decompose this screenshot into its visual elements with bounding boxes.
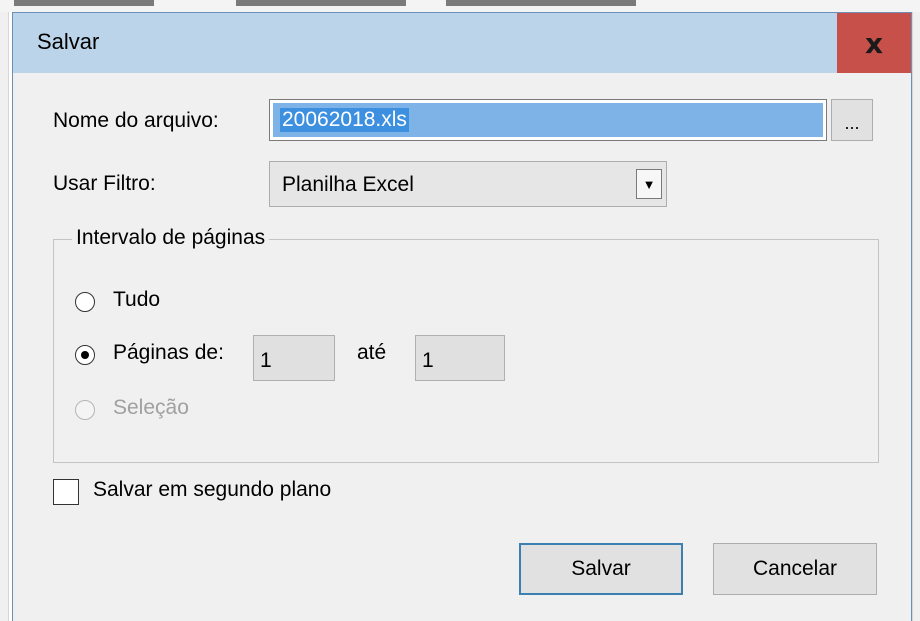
browse-ellipsis-icon: ... <box>844 113 860 133</box>
cancel-button[interactable]: Cancelar <box>713 543 877 595</box>
dropdown-arrow-icon[interactable]: ▼ <box>636 169 662 199</box>
dialog-content: Nome do arquivo: 20062018.xls ... Usar F… <box>13 73 911 621</box>
page-to-value: 1 <box>422 349 434 372</box>
close-button[interactable]: x <box>837 13 911 73</box>
filename-input[interactable]: 20062018.xls <box>269 99 827 141</box>
radio-pages[interactable] <box>75 345 95 365</box>
save-button-label: Salvar <box>571 557 631 580</box>
filename-value: 20062018.xls <box>280 108 409 132</box>
filter-select[interactable]: Planilha Excel ▼ <box>269 161 667 207</box>
page-range-legend: Intervalo de páginas <box>72 226 270 250</box>
background-window-edge-left <box>0 12 9 621</box>
background-save-label[interactable]: Salvar em segundo plano <box>93 478 331 502</box>
save-button[interactable]: Salvar <box>519 543 683 595</box>
to-label: até <box>357 341 387 364</box>
page-from-value: 1 <box>260 349 272 372</box>
radio-all-label[interactable]: Tudo <box>113 288 160 312</box>
cancel-button-label: Cancelar <box>752 557 838 580</box>
radio-selection-label: Seleção <box>113 396 189 419</box>
title-bar[interactable]: Salvar x <box>13 13 911 73</box>
background-window-strip <box>0 0 920 12</box>
dialog-title: Salvar <box>37 29 100 54</box>
page-from-input[interactable]: 1 <box>253 335 335 381</box>
background-save-checkbox[interactable] <box>53 479 79 505</box>
filter-label: Usar Filtro: <box>53 172 156 195</box>
filter-value: Planilha Excel <box>282 173 414 196</box>
radio-all[interactable] <box>75 292 95 312</box>
page-to-input[interactable]: 1 <box>415 335 505 381</box>
close-x-icon: x <box>864 26 884 60</box>
background-window-edge-right <box>912 12 920 621</box>
radio-pages-label[interactable]: Páginas de: <box>113 341 224 365</box>
filename-label: Nome do arquivo: <box>53 109 219 132</box>
browse-button[interactable]: ... <box>831 99 873 141</box>
radio-selection <box>75 400 95 420</box>
chevron-down-icon: ▼ <box>642 176 656 192</box>
save-dialog: Salvar x Nome do arquivo: 20062018.xls .… <box>12 12 912 621</box>
